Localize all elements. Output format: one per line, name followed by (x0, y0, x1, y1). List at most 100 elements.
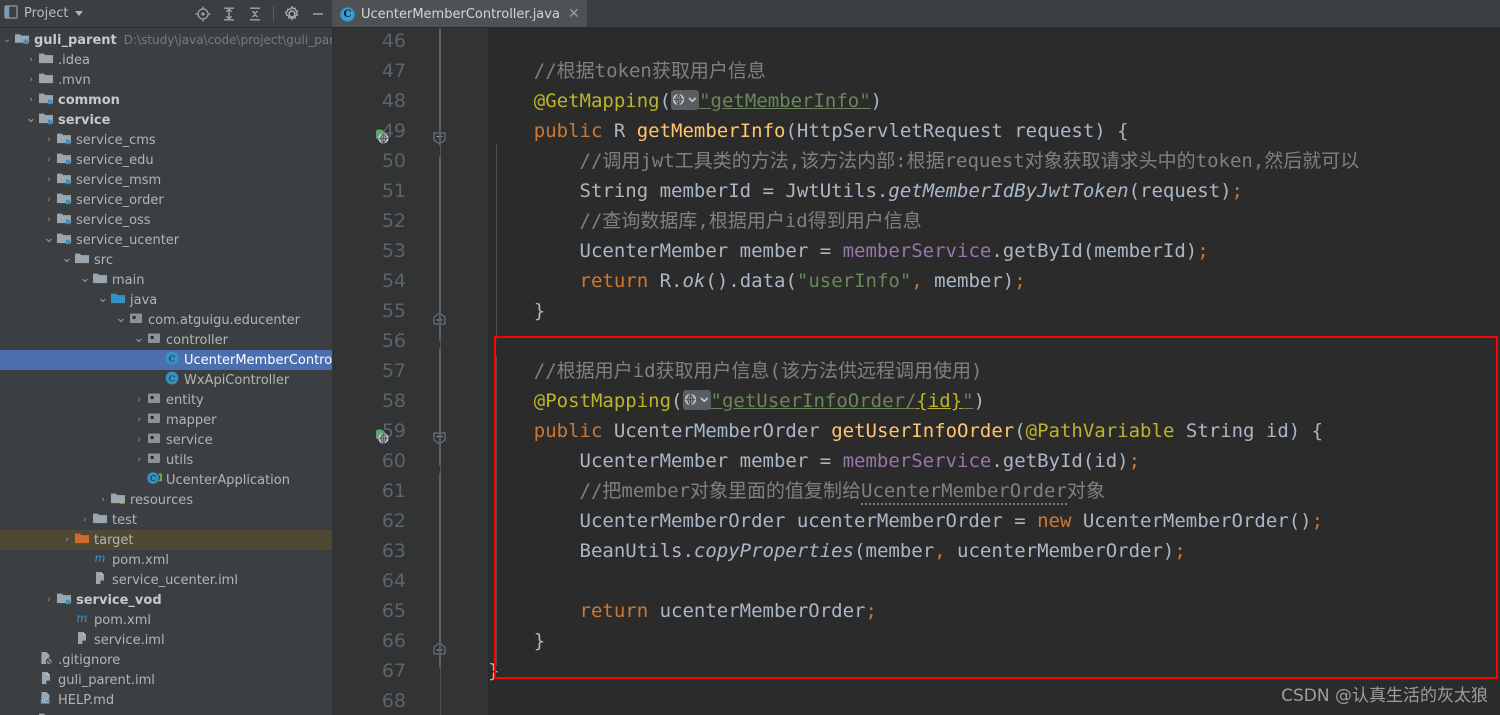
tree-row-service-iml[interactable]: ›service.iml (0, 630, 332, 650)
code-line-57[interactable]: //根据用户id获取用户信息(该方法供远程调用使用) (488, 356, 1500, 386)
chevron-right-icon[interactable]: › (132, 455, 146, 465)
chevron-right-icon[interactable]: › (24, 75, 38, 85)
chevron-right-icon[interactable]: › (60, 535, 74, 545)
chevron-down-icon[interactable]: ⌄ (24, 111, 38, 126)
tree-row-service-cms[interactable]: › service_cms (0, 130, 332, 150)
code-line-50[interactable]: //调用jwt工具类的方法,该方法内部:根据request对象获取请求头中的to… (488, 146, 1500, 176)
project-tree[interactable]: ⌄ guli_parent D:\study\java\code\project… (0, 28, 332, 715)
tree-row-utils[interactable]: › utils (0, 450, 332, 470)
code-line-64[interactable] (488, 566, 1500, 596)
locate-icon[interactable] (195, 6, 211, 22)
tree-row-controller[interactable]: ⌄ controller (0, 330, 332, 350)
chevron-right-icon[interactable]: ⌄ (0, 35, 14, 45)
tree-row-entity[interactable]: › entity (0, 390, 332, 410)
tree-row-help-md[interactable]: ›MDHELP.md (0, 690, 332, 710)
code-editor[interactable]: 46 47 48 49 50 51 52 53 54 55 56 57 58 59 60 61 62 63 64 65… (332, 28, 1500, 715)
tree-row-service-order[interactable]: › service_order (0, 190, 332, 210)
expand-all-icon[interactable] (221, 6, 237, 22)
code-line-63[interactable]: BeanUtils.copyProperties(member, ucenter… (488, 536, 1500, 566)
tree-row-service-msm[interactable]: › service_msm (0, 170, 332, 190)
tree-row-resources[interactable]: › resources (0, 490, 332, 510)
tree-row-target[interactable]: › target (0, 530, 332, 550)
tree-row-service-ucenter[interactable]: ⌄ service_ucenter (0, 230, 332, 250)
code-content[interactable]: //根据token获取用户信息 @GetMapping("getMemberIn… (488, 28, 1500, 715)
chevron-right-icon[interactable]: › (24, 55, 38, 65)
tree-item-label: mapper (166, 412, 217, 428)
chevron-right-icon[interactable]: › (42, 215, 56, 225)
tree-row-guli-parent-iml[interactable]: ›guli_parent.iml (0, 670, 332, 690)
tree-item-label: resources (130, 492, 194, 508)
tree-root-path: D:\study\java\code\project\guli_parent (123, 33, 332, 47)
code-line-49[interactable]: public R getMemberInfo(HttpServletReques… (488, 116, 1500, 146)
chevron-down-icon[interactable]: ⌄ (132, 331, 146, 346)
tree-row--mvn[interactable]: › .mvn (0, 70, 332, 90)
tree-row-service[interactable]: ⌄ service (0, 110, 332, 130)
minimize-icon[interactable] (310, 6, 326, 22)
tree-row-service-vod[interactable]: › service_vod (0, 590, 332, 610)
code-line-60[interactable]: UcenterMember member = memberService.get… (488, 446, 1500, 476)
code-line-61[interactable]: //把member对象里面的值复制给UcenterMemberOrder对象 (488, 476, 1500, 506)
chevron-down-icon[interactable]: ⌄ (114, 311, 128, 326)
tree-row-wxapicontroller[interactable]: ›CWxApiController (0, 370, 332, 390)
chevron-right-icon[interactable]: › (96, 495, 110, 505)
chevron-right-icon[interactable]: › (42, 135, 56, 145)
chevron-down-icon[interactable]: ⌄ (78, 271, 92, 286)
code-line-52[interactable]: //查询数据库,根据用户id得到用户信息 (488, 206, 1500, 236)
tree-row-java[interactable]: ⌄ java (0, 290, 332, 310)
chevron-down-icon[interactable]: ⌄ (96, 291, 110, 306)
language-injection-icon[interactable] (682, 389, 711, 410)
collapse-all-icon[interactable] (247, 6, 263, 22)
chevron-right-icon[interactable]: › (132, 395, 146, 405)
run-endpoint-gutter-icon[interactable] (374, 424, 389, 444)
tree-row-test[interactable]: › test (0, 510, 332, 530)
tree-row-ucenterapplication[interactable]: ›CUcenterApplication (0, 470, 332, 490)
chevron-right-icon[interactable]: › (132, 415, 146, 425)
tree-row-main[interactable]: ⌄ main (0, 270, 332, 290)
code-line-65[interactable]: return ucenterMemberOrder; (488, 596, 1500, 626)
tree-row-pom-xml[interactable]: ›mpom.xml (0, 550, 332, 570)
code-line-54[interactable]: return R.ok().data("userInfo", member); (488, 266, 1500, 296)
tree-row-common[interactable]: › common (0, 90, 332, 110)
chevron-right-icon[interactable]: › (42, 195, 56, 205)
code-line-48[interactable]: @GetMapping("getMemberInfo") (488, 86, 1500, 116)
language-injection-icon[interactable] (671, 89, 700, 110)
tree-row-service-oss[interactable]: › service_oss (0, 210, 332, 230)
code-line-55[interactable]: } (488, 296, 1500, 326)
module-icon (14, 30, 30, 50)
gear-icon[interactable] (284, 5, 300, 22)
editor-tab-ucentermembercontroller[interactable]: C UcenterMemberController.java ✕ (332, 0, 587, 27)
chevron-right-icon[interactable]: › (78, 515, 92, 525)
line-number: 68 (381, 690, 406, 712)
chevron-right-icon[interactable]: › (132, 435, 146, 445)
chevron-right-icon[interactable]: › (42, 155, 56, 165)
run-endpoint-gutter-icon[interactable] (374, 124, 389, 144)
tree-row-service-edu[interactable]: › service_edu (0, 150, 332, 170)
tree-row--gitignore[interactable]: ›.gitignore (0, 650, 332, 670)
tree-row-src[interactable]: ⌄ src (0, 250, 332, 270)
code-line-66[interactable]: } (488, 626, 1500, 656)
tree-row-service-ucenter-iml[interactable]: ›service_ucenter.iml (0, 570, 332, 590)
tree-row-ucentermembercontroller[interactable]: ›CUcenterMemberController (0, 350, 332, 370)
code-line-59[interactable]: public UcenterMemberOrder getUserInfoOrd… (488, 416, 1500, 446)
tree-row--idea[interactable]: › .idea (0, 50, 332, 70)
code-line-58[interactable]: @PostMapping("getUserInfoOrder/{id}") (488, 386, 1500, 416)
tree-row-com-atguigu-educenter[interactable]: ⌄ com.atguigu.educenter (0, 310, 332, 330)
tree-row-root[interactable]: ⌄ guli_parent D:\study\java\code\project… (0, 30, 332, 50)
chevron-down-icon[interactable]: ⌄ (42, 231, 56, 246)
chevron-right-icon[interactable]: › (24, 95, 38, 105)
code-line-47[interactable]: //根据token获取用户信息 (488, 56, 1500, 86)
chevron-right-icon[interactable]: › (42, 175, 56, 185)
tree-row-pom-xml[interactable]: ›mpom.xml (0, 610, 332, 630)
tree-row-mapper[interactable]: › mapper (0, 410, 332, 430)
close-icon[interactable]: ✕ (568, 7, 580, 21)
code-line-62[interactable]: UcenterMemberOrder ucenterMemberOrder = … (488, 506, 1500, 536)
chevron-down-icon[interactable]: ⌄ (60, 251, 74, 266)
code-line-46[interactable] (488, 28, 1500, 56)
code-line-51[interactable]: String memberId = JwtUtils.getMemberIdBy… (488, 176, 1500, 206)
code-line-56[interactable] (488, 326, 1500, 356)
chevron-down-icon[interactable] (75, 11, 84, 16)
tree-row-blank[interactable]: › (0, 710, 332, 715)
tree-row-service[interactable]: › service (0, 430, 332, 450)
code-line-53[interactable]: UcenterMember member = memberService.get… (488, 236, 1500, 266)
chevron-right-icon[interactable]: › (42, 595, 56, 605)
